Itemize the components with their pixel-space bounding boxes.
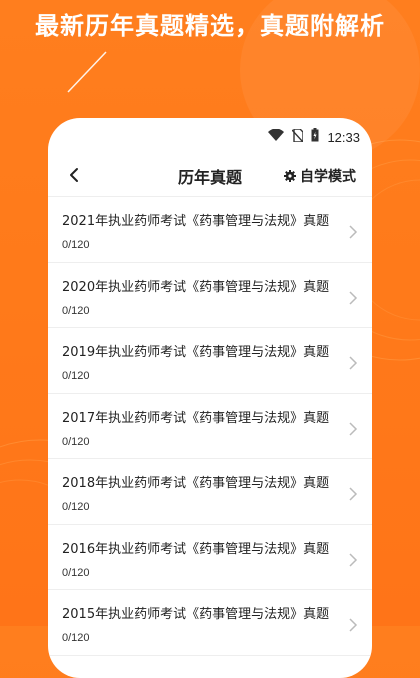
list-item[interactable]: 2020年执业药师考试《药事管理与法规》真题 0/120	[48, 263, 372, 328]
promo-headline: 最新历年真题精选，真题附解析	[35, 12, 385, 40]
exam-list: 2021年执业药师考试《药事管理与法规》真题 0/120 2020年执业药师考试…	[48, 197, 372, 656]
exam-title: 2020年执业药师考试《药事管理与法规》真题	[62, 279, 330, 295]
exam-title: 2021年执业药师考试《药事管理与法规》真题	[62, 214, 330, 229]
chevron-right-icon	[349, 421, 358, 436]
chevron-right-icon	[349, 225, 358, 239]
exam-progress: 0/120	[62, 370, 90, 382]
exam-title: 2016年执业药师考试《药事管理与法规》真题	[62, 541, 330, 557]
exam-title: 2018年执业药师考试《药事管理与法规》真题	[62, 476, 330, 491]
exam-title: 2017年执业药师考试《药事管理与法规》真题	[62, 410, 330, 426]
chevron-right-icon	[349, 487, 358, 501]
chevron-right-icon	[349, 552, 358, 567]
list-item[interactable]: 2018年执业药师考试《药事管理与法规》真题 0/120	[48, 459, 372, 525]
exam-progress: 0/120	[62, 566, 90, 579]
mode-label: 自学模式	[300, 169, 356, 185]
chevron-right-icon	[349, 290, 358, 305]
exam-progress: 0/120	[62, 304, 90, 317]
exam-progress: 0/120	[62, 501, 90, 513]
exam-progress: 0/120	[62, 632, 90, 644]
exam-title: 2015年执业药师考试《药事管理与法规》真题	[62, 607, 330, 622]
battery-charging-icon	[311, 128, 319, 146]
exam-progress: 0/120	[62, 435, 90, 448]
list-item[interactable]: 2015年执业药师考试《药事管理与法规》真题 0/120	[48, 590, 372, 656]
chevron-right-icon	[349, 356, 358, 370]
status-bar: 12:33	[48, 118, 372, 156]
list-item[interactable]: 2016年执业药师考试《药事管理与法规》真题 0/120	[48, 525, 372, 590]
no-sim-icon	[291, 127, 305, 146]
list-item[interactable]: 2021年执业药师考试《药事管理与法规》真题 0/120	[48, 197, 372, 263]
list-item[interactable]: 2017年执业药师考试《药事管理与法规》真题 0/120	[48, 394, 372, 459]
chevron-right-icon	[349, 618, 358, 632]
list-item[interactable]: 2019年执业药师考试《药事管理与法规》真题 0/120	[48, 328, 372, 394]
status-time: 12:33	[327, 129, 360, 145]
exam-progress: 0/120	[62, 239, 90, 251]
exam-title: 2019年执业药师考试《药事管理与法规》真题	[62, 345, 330, 360]
gear-icon	[284, 170, 296, 182]
nav-bar: 历年真题 自学模式	[48, 156, 372, 197]
phone-screen: 12:33 历年真题 自学模式 2021年执业药师考试《药事管理与法规》真题 0…	[48, 118, 372, 678]
wifi-icon	[268, 128, 285, 145]
self-study-mode-button[interactable]: 自学模式	[284, 166, 356, 186]
